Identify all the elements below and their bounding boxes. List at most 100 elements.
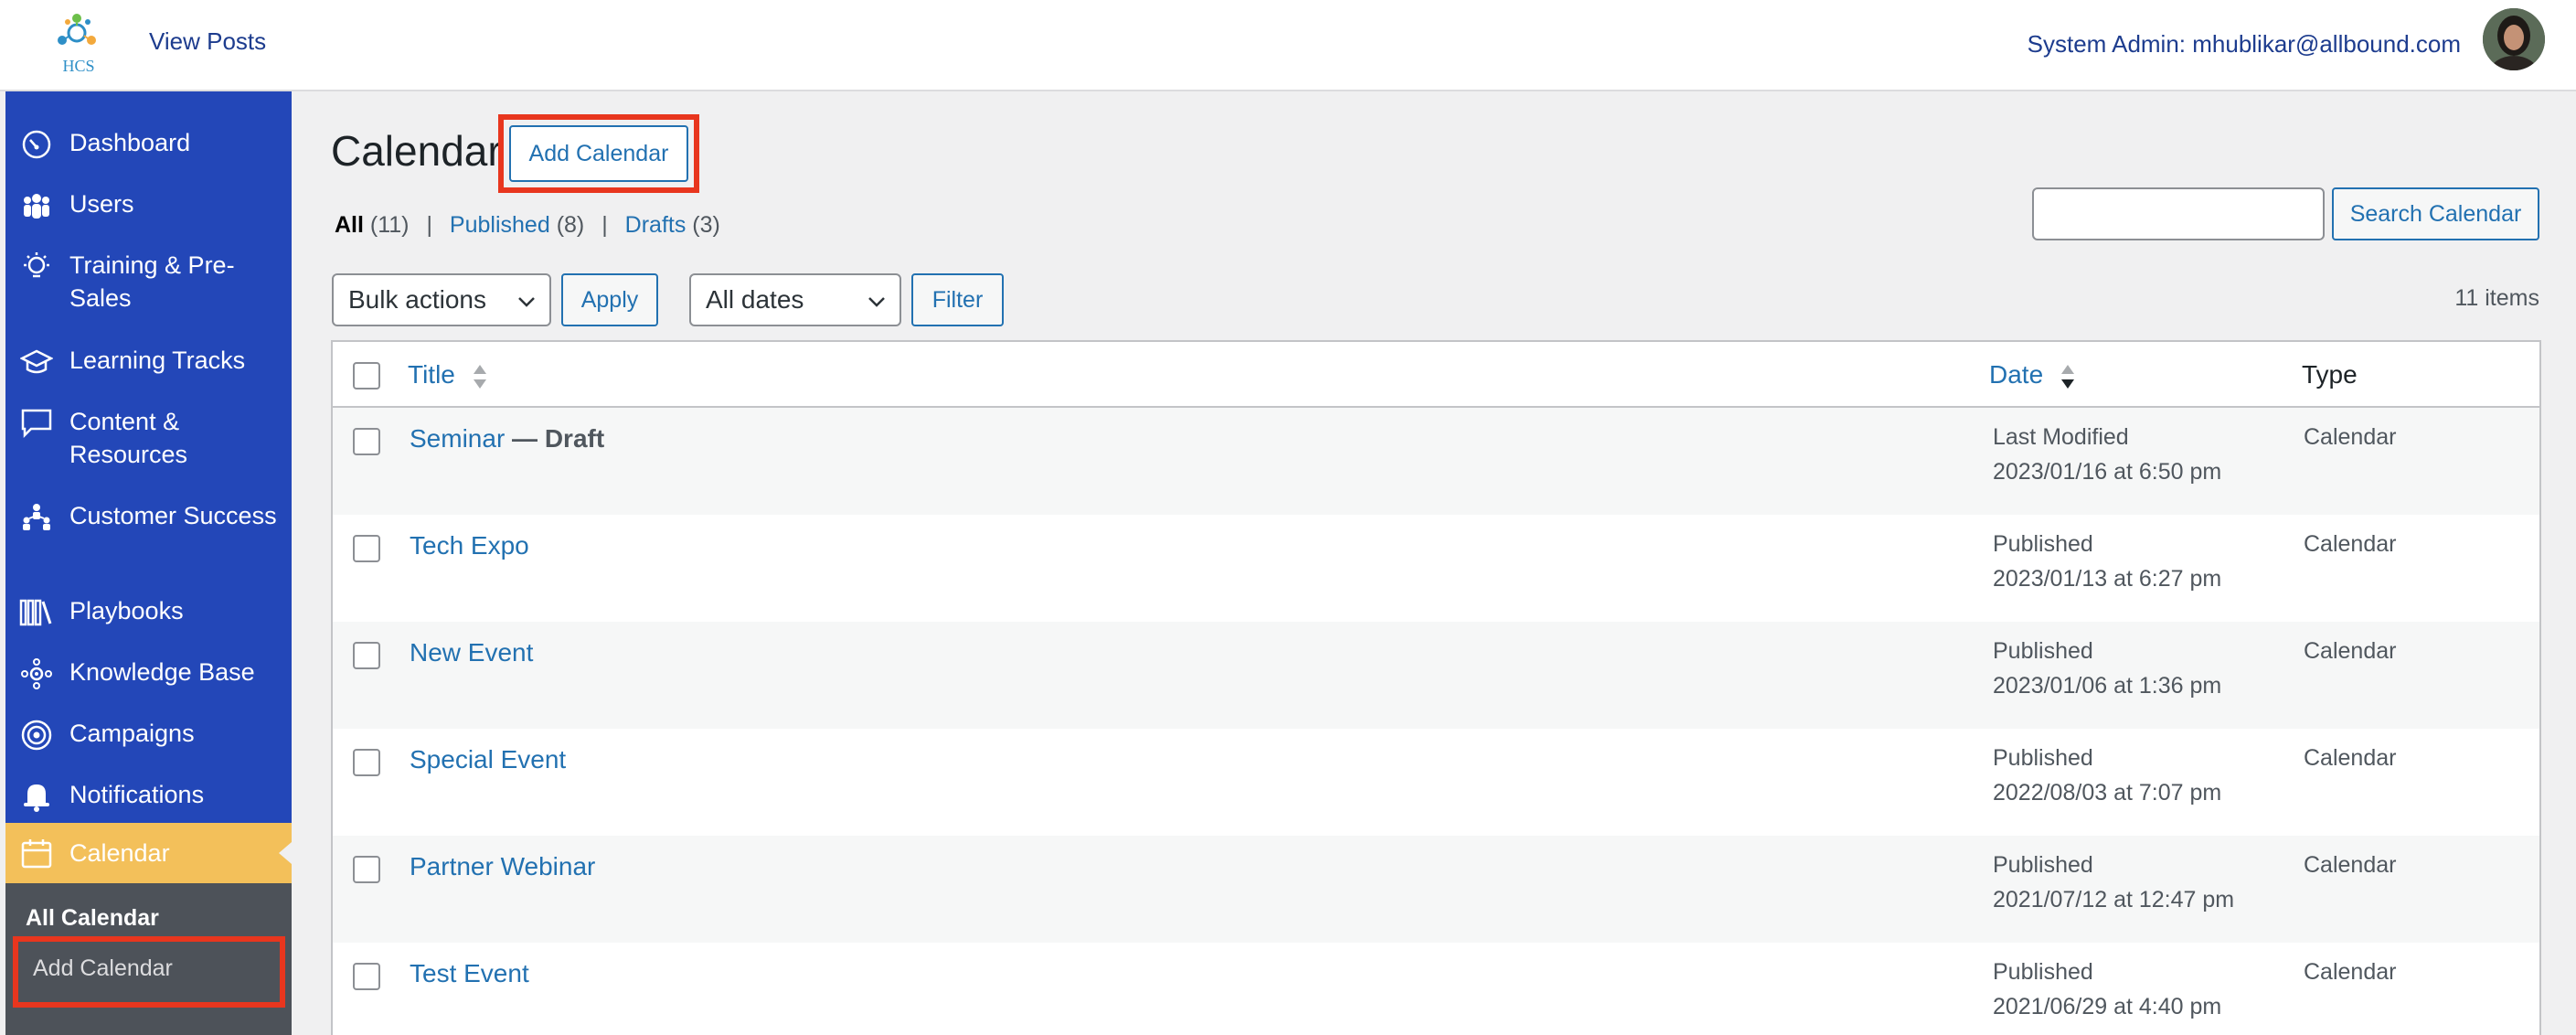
row-status: Published xyxy=(1993,852,2093,878)
knowledge-icon xyxy=(18,656,55,692)
dates-value: All dates xyxy=(706,285,804,314)
row-title-link[interactable]: Partner Webinar xyxy=(410,852,595,880)
row-status: Published xyxy=(1993,959,2093,985)
filter-published-link[interactable]: Published xyxy=(450,212,550,238)
sidebar-item-label: Customer Success xyxy=(69,502,277,529)
items-count: 11 items xyxy=(2454,285,2539,311)
table-row: Tech Expo Published 2023/01/13 at 6:27 p… xyxy=(333,515,2539,622)
row-checkbox[interactable] xyxy=(353,428,380,455)
search-calendar-button[interactable]: Search Calendar xyxy=(2332,187,2539,240)
top-bar: HCS View Posts System Admin: mhublikar@a… xyxy=(0,0,2576,91)
row-type: Calendar xyxy=(2304,424,2397,450)
row-state: — Draft xyxy=(505,424,605,453)
search-input[interactable] xyxy=(2032,187,2325,240)
separator: | xyxy=(601,212,608,238)
sidebar-item-label: Playbooks xyxy=(69,597,184,624)
row-date: 2021/07/12 at 12:47 pm xyxy=(1993,887,2235,912)
table-header: Title Date Type xyxy=(333,342,2539,408)
bulk-actions-select[interactable]: Bulk actions xyxy=(332,273,551,326)
graduation-cap-icon xyxy=(18,344,55,380)
calendar-table: Title Date Type Seminar — Draft Last Mod… xyxy=(331,340,2541,1035)
title-header-label: Title xyxy=(408,360,455,389)
sidebar-item-label: Learning Tracks xyxy=(69,347,246,374)
table-row: Partner Webinar Published 2021/07/12 at … xyxy=(333,836,2539,943)
row-checkbox[interactable] xyxy=(353,749,380,776)
sidebar-item-label: Content & Resources xyxy=(69,408,188,468)
date-column-header[interactable]: Date xyxy=(1989,360,2076,390)
bulk-actions-value: Bulk actions xyxy=(348,285,486,314)
filter-published-count: (8) xyxy=(556,212,585,238)
speech-bubble-icon xyxy=(18,405,55,442)
table-row: Seminar — Draft Last Modified 2023/01/16… xyxy=(333,408,2539,515)
submenu-add-calendar[interactable]: Add Calendar xyxy=(33,955,173,982)
row-date: 2022/08/03 at 7:07 pm xyxy=(1993,780,2222,806)
hcs-logo[interactable]: HCS xyxy=(49,11,108,77)
admin-sidebar: Dashboard Users Training & Pre-Sales Lea… xyxy=(5,91,292,1035)
chevron-down-icon xyxy=(518,297,535,307)
row-checkbox[interactable] xyxy=(353,856,380,883)
table-row: Special Event Published 2022/08/03 at 7:… xyxy=(333,729,2539,836)
filter-button[interactable]: Filter xyxy=(911,273,1004,326)
table-row: New Event Published 2023/01/06 at 1:36 p… xyxy=(333,622,2539,729)
sidebar-item-label: Training & Pre-Sales xyxy=(69,251,235,312)
sidebar-item-calendar[interactable]: Calendar xyxy=(5,823,292,883)
people-network-icon xyxy=(18,499,55,536)
row-date: 2023/01/13 at 6:27 pm xyxy=(1993,566,2222,592)
filter-drafts-link[interactable]: Drafts xyxy=(625,212,687,238)
filter-all-link[interactable]: All xyxy=(335,212,364,238)
row-title-link[interactable]: New Event xyxy=(410,638,533,667)
date-header-label: Date xyxy=(1989,360,2044,389)
title-column-header[interactable]: Title xyxy=(408,360,488,390)
separator: | xyxy=(426,212,432,238)
row-type: Calendar xyxy=(2304,638,2397,664)
sidebar-item-label: Calendar xyxy=(69,839,170,867)
admin-user-label[interactable]: System Admin: mhublikar@allbound.com xyxy=(2028,30,2461,59)
dates-select[interactable]: All dates xyxy=(689,273,901,326)
sidebar-item-label: Dashboard xyxy=(69,129,191,156)
row-checkbox[interactable] xyxy=(353,642,380,669)
sort-desc-icon xyxy=(2060,364,2074,389)
row-date: 2023/01/16 at 6:50 pm xyxy=(1993,459,2222,485)
row-title-link[interactable]: Special Event xyxy=(410,745,566,774)
avatar[interactable] xyxy=(2483,8,2545,70)
row-status: Published xyxy=(1993,531,2093,557)
row-type: Calendar xyxy=(2304,959,2397,985)
svg-text:HCS: HCS xyxy=(62,57,94,75)
select-all-checkbox[interactable] xyxy=(353,362,380,389)
dashboard-icon xyxy=(18,126,55,163)
lightbulb-icon xyxy=(18,249,55,285)
target-icon xyxy=(18,717,55,753)
row-type: Calendar xyxy=(2304,745,2397,771)
filter-drafts-count: (3) xyxy=(692,212,720,238)
sidebar-item-label: Notifications xyxy=(69,781,205,808)
row-title-link[interactable]: Test Event xyxy=(410,959,529,987)
row-date: 2023/01/06 at 1:36 pm xyxy=(1993,673,2222,699)
apply-button[interactable]: Apply xyxy=(561,273,658,326)
bell-icon xyxy=(18,778,55,815)
calendar-submenu: All Calendar Add Calendar xyxy=(5,883,292,1035)
sort-icon xyxy=(473,364,486,389)
row-status: Last Modified xyxy=(1993,424,2129,450)
table-row: Test Event Published 2021/06/29 at 4:40 … xyxy=(333,943,2539,1035)
submenu-add-calendar-highlight[interactable]: Add Calendar xyxy=(13,936,285,1008)
view-posts-link[interactable]: View Posts xyxy=(149,27,266,56)
row-status: Published xyxy=(1993,745,2093,771)
row-type: Calendar xyxy=(2304,531,2397,557)
page-title: Calendar xyxy=(331,127,502,175)
filter-all-count: (11) xyxy=(369,212,410,238)
submenu-all-calendar[interactable]: All Calendar xyxy=(26,905,159,932)
row-title-link[interactable]: Seminar xyxy=(410,424,505,453)
calendar-icon xyxy=(18,836,55,872)
sidebar-item-label: Users xyxy=(69,190,134,218)
row-checkbox[interactable] xyxy=(353,535,380,562)
add-calendar-button[interactable]: Add Calendar xyxy=(509,125,688,182)
chevron-down-icon xyxy=(868,297,885,307)
row-date: 2021/06/29 at 4:40 pm xyxy=(1993,994,2222,1019)
row-title-link[interactable]: Tech Expo xyxy=(410,531,529,560)
sidebar-item-label: Knowledge Base xyxy=(69,658,255,686)
users-icon xyxy=(18,187,55,224)
row-checkbox[interactable] xyxy=(353,963,380,990)
type-column-header: Type xyxy=(2302,360,2358,389)
row-status: Published xyxy=(1993,638,2093,664)
sidebar-item-label: Campaigns xyxy=(69,720,195,747)
